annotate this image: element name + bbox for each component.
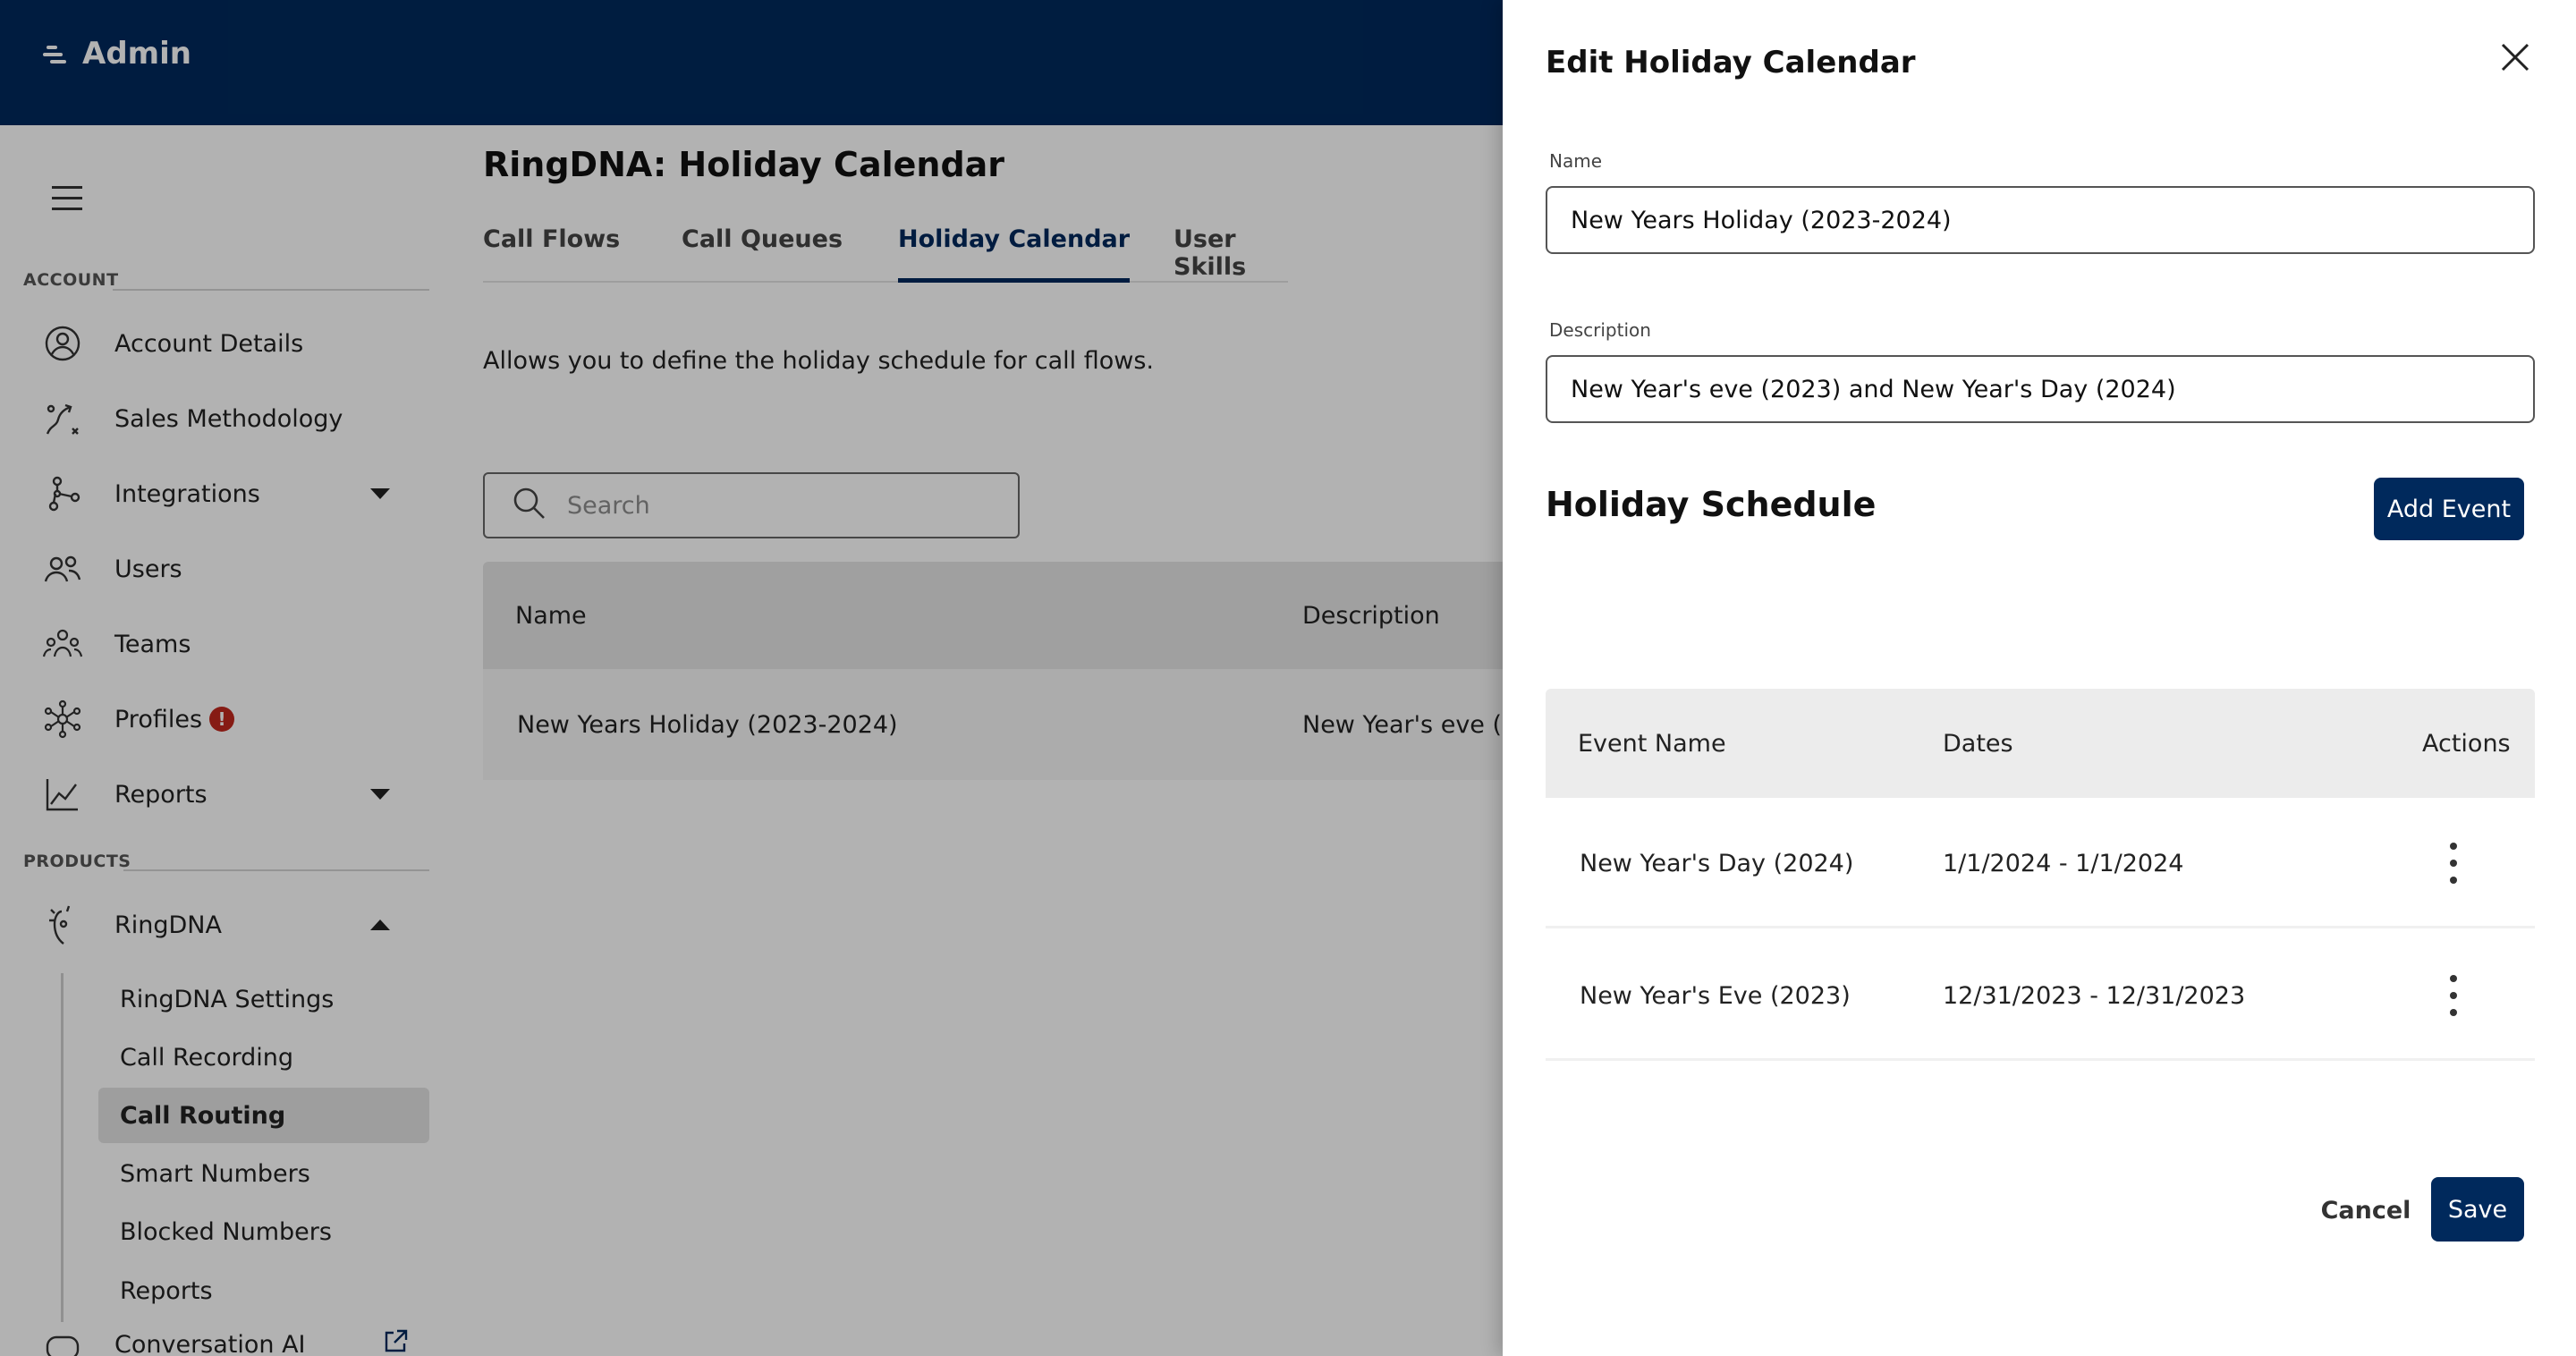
edit-holiday-calendar-drawer: Edit Holiday Calendar Name New Years Hol… bbox=[1503, 0, 2576, 1356]
add-event-button[interactable]: Add Event bbox=[2374, 478, 2524, 540]
event-name: New Year's Day (2024) bbox=[1580, 849, 1854, 877]
event-row: New Year's Day (2024) 1/1/2024 - 1/1/202… bbox=[1546, 798, 2535, 928]
name-field[interactable]: New Years Holiday (2023-2024) bbox=[1546, 186, 2535, 254]
cancel-button[interactable]: Cancel bbox=[2317, 1179, 2415, 1242]
drawer-title: Edit Holiday Calendar bbox=[1546, 45, 1916, 81]
description-field-label: Description bbox=[1549, 319, 1651, 341]
column-header-actions: Actions bbox=[2422, 729, 2511, 758]
event-name: New Year's Eve (2023) bbox=[1580, 981, 1851, 1010]
event-dates: 1/1/2024 - 1/1/2024 bbox=[1943, 849, 2184, 877]
close-icon[interactable] bbox=[2496, 38, 2535, 77]
events-table-header: Event Name Dates Actions bbox=[1546, 689, 2535, 798]
event-row: New Year's Eve (2023) 12/31/2023 - 12/31… bbox=[1546, 930, 2535, 1061]
name-field-label: Name bbox=[1549, 150, 1603, 172]
event-dates: 12/31/2023 - 12/31/2023 bbox=[1943, 981, 2246, 1010]
description-field[interactable]: New Year's eve (2023) and New Year's Day… bbox=[1546, 355, 2535, 423]
holiday-schedule-title: Holiday Schedule bbox=[1546, 485, 1877, 524]
more-actions-icon[interactable] bbox=[2440, 971, 2467, 1020]
more-actions-icon[interactable] bbox=[2440, 839, 2467, 887]
save-button[interactable]: Save bbox=[2431, 1177, 2524, 1242]
column-header-event-name: Event Name bbox=[1578, 729, 1726, 758]
column-header-dates: Dates bbox=[1943, 729, 2013, 758]
